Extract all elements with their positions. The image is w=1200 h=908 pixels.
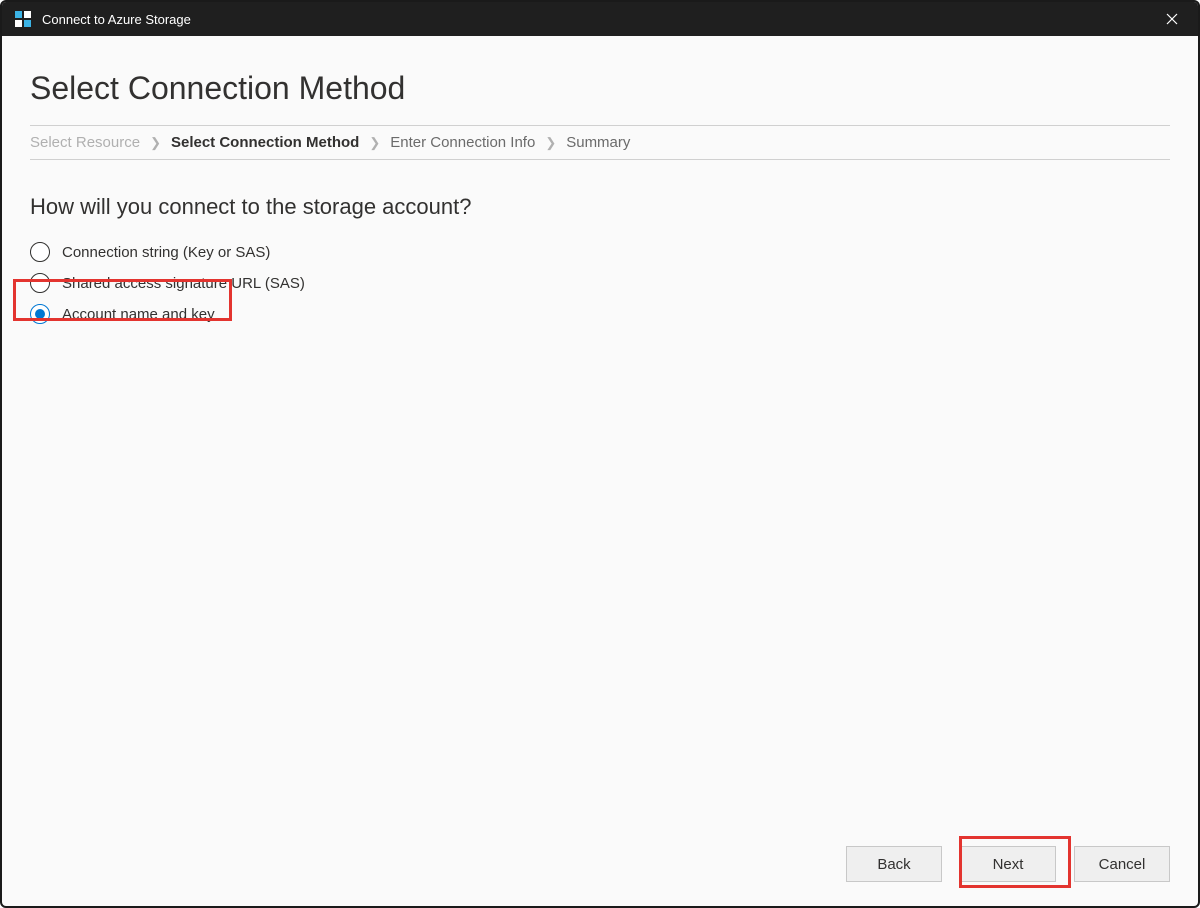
option-connection-string[interactable]: Connection string (Key or SAS) [30, 242, 282, 262]
page-title: Select Connection Method [30, 70, 1170, 107]
breadcrumb-step-enter-connection-info[interactable]: Enter Connection Info [390, 134, 535, 151]
option-label: Shared access signature URL (SAS) [62, 275, 305, 292]
dialog-window: Connect to Azure Storage Select Connecti… [0, 0, 1200, 908]
breadcrumb: Select Resource ❯ Select Connection Meth… [30, 125, 1170, 160]
cancel-button[interactable]: Cancel [1074, 846, 1170, 882]
next-button[interactable]: Next [960, 846, 1056, 882]
titlebar: Connect to Azure Storage [2, 2, 1198, 36]
option-account-name-key[interactable]: Account name and key [30, 304, 227, 324]
footer-buttons: Back Next Cancel [30, 826, 1170, 882]
chevron-right-icon: ❯ [545, 135, 556, 151]
breadcrumb-step-select-connection-method[interactable]: Select Connection Method [171, 134, 359, 151]
breadcrumb-step-select-resource[interactable]: Select Resource [30, 134, 140, 151]
breadcrumb-step-summary[interactable]: Summary [566, 134, 630, 151]
option-label: Account name and key [62, 306, 215, 323]
question-heading: How will you connect to the storage acco… [30, 194, 1170, 220]
option-sas-url[interactable]: Shared access signature URL (SAS) [30, 273, 317, 293]
chevron-right-icon: ❯ [369, 135, 380, 151]
close-icon[interactable] [1158, 5, 1186, 33]
spacer [30, 324, 1170, 826]
window-title: Connect to Azure Storage [42, 12, 1158, 27]
radio-icon [30, 242, 50, 262]
content-area: Select Connection Method Select Resource… [2, 36, 1198, 906]
chevron-right-icon: ❯ [150, 135, 161, 151]
option-label: Connection string (Key or SAS) [62, 244, 270, 261]
connection-options: Connection string (Key or SAS) Shared ac… [30, 242, 1170, 324]
back-button[interactable]: Back [846, 846, 942, 882]
radio-icon [30, 304, 50, 324]
radio-icon [30, 273, 50, 293]
app-icon [14, 10, 32, 28]
